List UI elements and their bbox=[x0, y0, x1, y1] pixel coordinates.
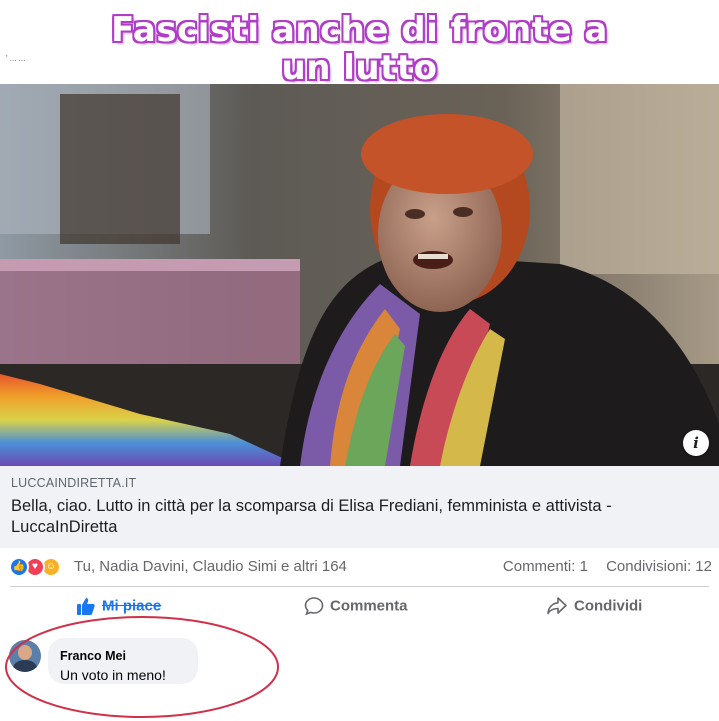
portrait-photo bbox=[0, 84, 719, 466]
commenter-avatar[interactable] bbox=[9, 640, 41, 672]
share-button[interactable]: Condividi bbox=[546, 596, 642, 618]
shares-count[interactable]: Condivisioni: 12 bbox=[606, 558, 712, 575]
thumbs-up-icon bbox=[77, 598, 95, 615]
headline-line-1: Fascisti anche di fronte a bbox=[111, 10, 608, 50]
comment-author[interactable]: Franco Mei bbox=[60, 649, 126, 663]
like-label: Mi piace bbox=[102, 597, 162, 615]
share-arrow-icon bbox=[547, 597, 567, 615]
meme-headline: Fascisti anche di fronte a un lutto ' ..… bbox=[0, 0, 719, 88]
info-icon[interactable]: i bbox=[683, 430, 709, 456]
reactors-list[interactable]: Tu, Nadia Davini, Claudio Simi e altri 1… bbox=[74, 558, 347, 575]
comment-bubble: Franco Mei Un voto in meno! bbox=[48, 638, 198, 684]
post-actions: Mi piace Commenta Condividi bbox=[0, 588, 719, 626]
comment-bubble-icon bbox=[304, 597, 324, 616]
avatar-head bbox=[18, 645, 32, 660]
reactions-bar: 👍 ♥ ☺ Tu, Nadia Davini, Claudio Simi e a… bbox=[0, 549, 719, 585]
avatar-body bbox=[13, 660, 37, 672]
headline-line-2: un lutto bbox=[281, 48, 438, 88]
divider bbox=[10, 586, 709, 587]
engagement-counts: Commenti: 1 Condivisioni: 12 bbox=[489, 558, 712, 575]
headline-residual-text: ' ... ... bbox=[6, 54, 26, 63]
link-preview-caption[interactable]: LUCCAINDIRETTA.IT Bella, ciao. Lutto in … bbox=[0, 466, 719, 548]
comments-count[interactable]: Commenti: 1 bbox=[503, 558, 588, 575]
share-label: Condividi bbox=[574, 597, 643, 615]
comment-button[interactable]: Commenta bbox=[304, 596, 408, 618]
comment-text: Un voto in meno! bbox=[60, 667, 166, 683]
comment-label: Commenta bbox=[330, 597, 408, 615]
reaction-icons[interactable]: 👍 ♥ ☺ bbox=[9, 557, 71, 577]
link-title[interactable]: Bella, ciao. Lutto in città per la scomp… bbox=[11, 496, 711, 538]
link-preview-image[interactable]: i bbox=[0, 84, 719, 466]
link-domain: LUCCAINDIRETTA.IT bbox=[11, 476, 137, 490]
like-button[interactable]: Mi piace bbox=[76, 596, 161, 618]
like-reaction-icon: 👍 bbox=[9, 557, 29, 577]
comment: Franco Mei Un voto in meno! bbox=[0, 630, 719, 684]
